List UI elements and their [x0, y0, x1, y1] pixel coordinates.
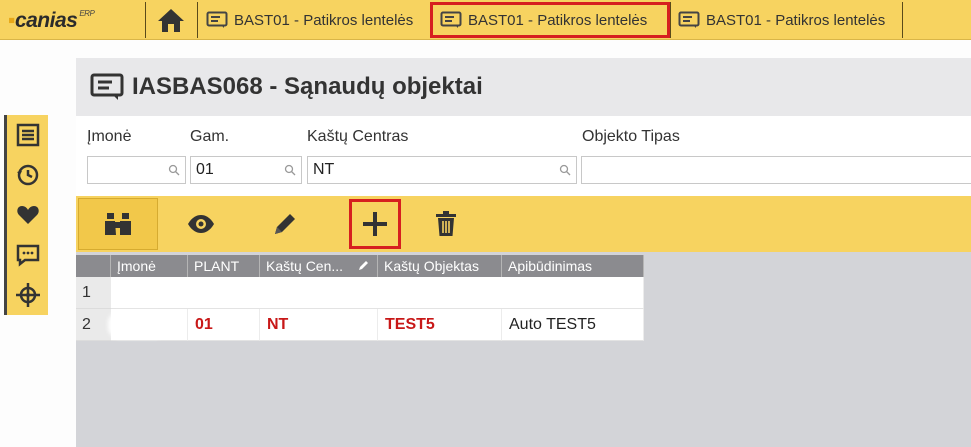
imone-input[interactable] — [87, 156, 186, 184]
home-icon — [158, 9, 184, 32]
canias-logo: ▪canias ERP — [8, 9, 95, 32]
tab-label: BAST01 - Patikros lentelės — [234, 11, 414, 29]
table-row[interactable] — [111, 277, 644, 309]
edit-button[interactable] — [260, 200, 310, 248]
pencil-icon — [359, 261, 368, 270]
tab-bast01-1[interactable]: BAST01 - Patikros lentelės — [206, 4, 428, 36]
cell-kastu-centras[interactable]: NT — [260, 309, 378, 341]
view-button[interactable] — [176, 200, 226, 248]
cell-apibudinimas[interactable]: Auto TEST5 — [502, 309, 644, 341]
column-header-apibudinimas[interactable]: Apibūdinimas — [502, 255, 644, 277]
row-number: 2 — [76, 309, 111, 341]
tab-divider — [197, 2, 198, 38]
left-sidebar — [4, 115, 48, 315]
history-icon[interactable] — [13, 160, 43, 190]
objekto-tipas-input[interactable] — [581, 156, 971, 184]
column-header-plant[interactable]: PLANT — [188, 255, 260, 277]
gam-label: Gam. — [190, 128, 230, 145]
tab-label: BAST01 - Patikros lentelės — [468, 11, 648, 29]
document-icon — [678, 11, 700, 28]
cell-imone[interactable] — [111, 309, 188, 341]
chat-icon[interactable] — [13, 240, 43, 270]
imone-label: Įmonė — [87, 128, 132, 145]
objekto-tipas-label: Objekto Tipas — [582, 128, 680, 145]
cell-plant[interactable]: 01 — [188, 309, 260, 341]
gam-value: 01 — [196, 161, 214, 178]
column-header-imone[interactable]: Įmonė — [111, 255, 188, 277]
binoculars-icon — [105, 213, 131, 235]
redacted-mask — [111, 315, 163, 335]
main-panel: IASBAS068 - Sąnaudų objektai Įmonė Gam. … — [76, 58, 971, 447]
document-icon — [440, 11, 462, 28]
trash-icon — [436, 211, 456, 236]
search-icon[interactable] — [168, 164, 180, 176]
column-header-kastu-centras[interactable]: Kaštų Cen... — [260, 255, 378, 277]
search-icon[interactable] — [559, 164, 571, 176]
title-bar: IASBAS068 - Sąnaudų objektai — [76, 58, 971, 116]
row-number: 1 — [76, 277, 111, 309]
target-icon[interactable] — [13, 280, 43, 310]
eye-icon — [188, 215, 214, 233]
search-button[interactable] — [78, 198, 158, 250]
tab-bast01-2[interactable]: BAST01 - Patikros lentelės — [430, 2, 670, 38]
page-title: IASBAS068 - Sąnaudų objektai — [132, 73, 483, 100]
column-header-label: Kaštų Cen... — [266, 258, 344, 274]
top-bar: ▪canias ERP BAST01 - Patikros lentelės BA… — [0, 0, 971, 40]
document-icon — [206, 11, 228, 28]
tab-divider — [430, 2, 431, 38]
plus-icon — [363, 212, 387, 236]
home-button[interactable] — [150, 4, 192, 36]
tab-bast01-3[interactable]: BAST01 - Patikros lentelės — [678, 4, 900, 36]
cell-kastu-objektas[interactable]: TEST5 — [378, 309, 502, 341]
delete-button[interactable] — [421, 200, 471, 248]
kastu-centras-label: Kaštų Centras — [307, 128, 409, 145]
tab-divider — [670, 2, 671, 38]
filter-panel: Įmonė Gam. Kaštų Centras Objekto Tipas 0… — [76, 116, 971, 196]
search-icon[interactable] — [284, 164, 296, 176]
kastu-centras-input[interactable]: NT — [307, 156, 577, 184]
list-icon[interactable] — [13, 120, 43, 150]
tab-divider — [902, 2, 903, 38]
row-number-header — [76, 255, 111, 277]
tab-divider — [145, 2, 146, 38]
add-button[interactable] — [349, 199, 401, 249]
document-icon — [90, 73, 124, 100]
toolbar — [76, 196, 971, 252]
gam-input[interactable]: 01 — [190, 156, 302, 184]
kastu-centras-value: NT — [313, 161, 335, 178]
heart-icon[interactable] — [13, 200, 43, 230]
pencil-icon — [275, 214, 295, 234]
tab-label: BAST01 - Patikros lentelės — [706, 11, 886, 29]
column-header-kastu-objektas[interactable]: Kaštų Objektas — [378, 255, 502, 277]
